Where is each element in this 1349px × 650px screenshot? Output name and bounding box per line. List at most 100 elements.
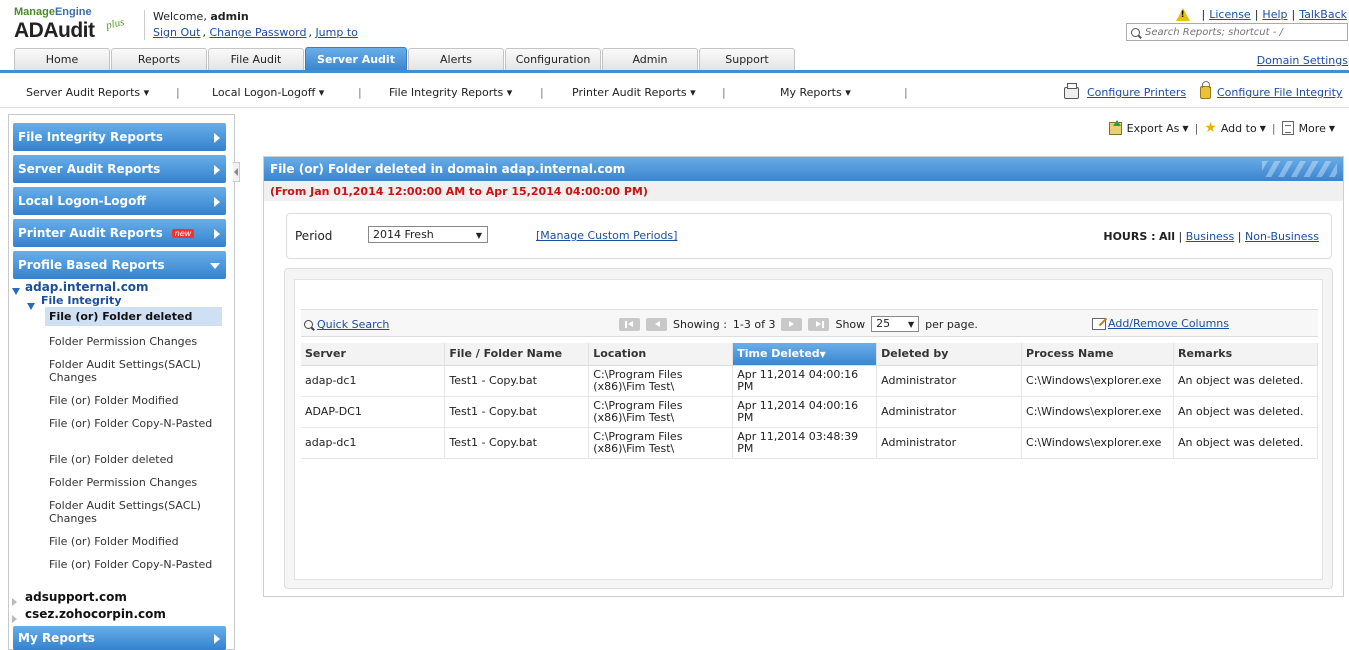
tree-domain-csez[interactable]: csez.zohocorpin.com	[25, 607, 166, 621]
subnav-divider: |	[540, 86, 544, 99]
expand-icon[interactable]	[12, 288, 20, 295]
table-header-row: Server File / Folder Name Location Time …	[301, 343, 1318, 366]
export-as-menu[interactable]: Export As ▼	[1108, 119, 1189, 135]
sidebar-section-file-integrity-reports[interactable]: File Integrity Reports	[13, 123, 226, 151]
subnav-server-audit-reports[interactable]: Server Audit Reports ▾	[26, 86, 149, 99]
cell-process-name: C:\Windows\explorer.exe	[1021, 396, 1175, 428]
subnav-local-logon-logoff[interactable]: Local Logon-Logoff ▾	[212, 86, 324, 99]
sort-desc-icon: ▼	[819, 350, 826, 360]
sub-navigation: Server Audit Reports ▾ | Local Logon-Log…	[0, 76, 1349, 108]
tab-home[interactable]: Home	[14, 48, 110, 70]
configure-file-integrity-link[interactable]: Configure File Integrity	[1217, 86, 1342, 99]
quick-search[interactable]: Quick Search	[304, 318, 389, 331]
hours-non-business-link[interactable]: Non-Business	[1245, 230, 1319, 243]
chevron-right-icon	[214, 229, 220, 239]
talkback-link[interactable]: TalkBack	[1299, 8, 1347, 21]
chevron-down-icon	[210, 263, 220, 269]
configure-printers-link[interactable]: Configure Printers	[1087, 86, 1186, 99]
tree-item-folder-audit-settings[interactable]: Folder Audit Settings(SACL) Changes	[49, 358, 221, 384]
expand-icon[interactable]	[27, 303, 35, 310]
manage-custom-periods-link[interactable]: [Manage Custom Periods]	[536, 229, 677, 242]
tab-configuration[interactable]: Configuration	[505, 48, 601, 70]
tab-reports[interactable]: Reports	[111, 48, 207, 70]
sidebar-section-local-logon-logoff[interactable]: Local Logon-Logoff	[13, 187, 226, 215]
last-page-button[interactable]	[808, 317, 830, 331]
tree-item-file-folder-copy-pasted[interactable]: File (or) Folder Copy-N-Pasted	[49, 558, 221, 571]
column-header-deleted-by[interactable]: Deleted by	[876, 343, 1023, 366]
configure-printers[interactable]: Configure Printers	[1064, 82, 1186, 99]
cell-location: C:\Program Files (x86)\Fim Test\	[588, 427, 734, 459]
more-menu[interactable]: More ▼	[1281, 121, 1335, 135]
column-header-remarks[interactable]: Remarks	[1173, 343, 1318, 366]
sidebar-collapse-handle[interactable]	[233, 162, 240, 182]
export-icon	[1108, 119, 1122, 135]
tree-item-file-folder-modified[interactable]: File (or) Folder Modified	[49, 394, 221, 407]
per-page-select[interactable]: 25 ▼	[871, 316, 920, 332]
warning-icon[interactable]	[1175, 8, 1190, 21]
tree-item-file-folder-deleted[interactable]: File (or) Folder deleted	[49, 453, 221, 466]
sign-out-link[interactable]: Sign Out	[153, 26, 200, 39]
search-reports-input[interactable]	[1145, 26, 1340, 38]
cell-time-deleted: Apr 11,2014 04:00:16 PM	[732, 396, 878, 428]
subnav-printer-audit-reports[interactable]: Printer Audit Reports ▾	[572, 86, 696, 99]
add-to-menu[interactable]: ★ Add to ▼	[1204, 120, 1266, 136]
tree-item-folder-permission-changes[interactable]: Folder Permission Changes	[49, 335, 221, 348]
first-page-button[interactable]	[619, 317, 640, 331]
column-header-server[interactable]: Server	[301, 343, 446, 366]
column-header-time-deleted[interactable]: Time Deleted▼	[732, 343, 878, 366]
configure-file-integrity[interactable]: Configure File Integrity	[1200, 81, 1342, 99]
header-divider	[144, 10, 145, 40]
sidebar-section-printer-audit-reports[interactable]: Printer Audit Reports new	[13, 219, 226, 247]
change-password-link[interactable]: Change Password	[209, 26, 306, 39]
cell-deleted-by: Administrator	[876, 396, 1023, 428]
hours-business-link[interactable]: Business	[1186, 230, 1235, 243]
sidebar-section-profile-based-reports[interactable]: Profile Based Reports	[13, 251, 226, 279]
tree-item-folder-permission-changes[interactable]: Folder Permission Changes	[49, 476, 221, 489]
sidebar-section-server-audit-reports[interactable]: Server Audit Reports	[13, 155, 226, 183]
tree-item-file-folder-deleted[interactable]: File (or) Folder deleted	[45, 307, 222, 326]
subnav-file-integrity-reports[interactable]: File Integrity Reports ▾	[389, 86, 512, 99]
tree-domain-adsupport[interactable]: adsupport.com	[25, 590, 127, 604]
prev-page-button[interactable]	[646, 317, 667, 331]
tree-domain-adap[interactable]: adap.internal.com	[25, 280, 149, 294]
help-links: | License | Help | TalkBack	[1175, 8, 1347, 21]
expand-icon[interactable]	[12, 598, 17, 606]
tab-support[interactable]: Support	[699, 48, 795, 70]
chevron-right-icon	[214, 165, 220, 175]
license-link[interactable]: License	[1209, 8, 1250, 21]
tree-item-file-folder-copy-pasted[interactable]: File (or) Folder Copy-N-Pasted	[49, 417, 221, 430]
column-header-location[interactable]: Location	[588, 343, 734, 366]
subnav-my-reports[interactable]: My Reports ▾	[780, 86, 851, 99]
add-remove-columns-link[interactable]: Add/Remove Columns	[1108, 317, 1229, 330]
table-row[interactable]: adap-dc1 Test1 - Copy.bat C:\Program Fil…	[301, 365, 1318, 397]
table-row[interactable]: ADAP-DC1 Test1 - Copy.bat C:\Program Fil…	[301, 396, 1318, 428]
chevron-right-icon	[214, 634, 220, 644]
tree-item-folder-audit-settings[interactable]: Folder Audit Settings(SACL) Changes	[49, 499, 221, 525]
add-remove-columns[interactable]: Add/Remove Columns	[1092, 317, 1229, 330]
table-row[interactable]: adap-dc1 Test1 - Copy.bat C:\Program Fil…	[301, 427, 1318, 459]
search-reports-box[interactable]	[1126, 23, 1348, 41]
hours-filter: HOURS : All | Business | Non-Business	[1103, 230, 1319, 243]
quick-search-link[interactable]: Quick Search	[317, 318, 389, 331]
hours-all[interactable]: All	[1159, 230, 1175, 243]
period-select[interactable]: 2014 Fresh ▼	[368, 226, 488, 243]
jump-to-link[interactable]: Jump to	[315, 26, 357, 39]
tab-admin[interactable]: Admin	[602, 48, 698, 70]
column-header-process-name[interactable]: Process Name	[1021, 343, 1175, 366]
adaudit-logo[interactable]: ManageEngine ADAudit plus	[14, 6, 144, 46]
expand-icon[interactable]	[12, 615, 17, 623]
report-grid: Quick Search Showing : 1-3 of 3 Show 25 …	[294, 279, 1323, 580]
sidebar-section-my-reports[interactable]: My Reports	[13, 626, 226, 650]
tree-item-file-folder-modified[interactable]: File (or) Folder Modified	[49, 535, 221, 548]
cell-process-name: C:\Windows\explorer.exe	[1021, 365, 1175, 397]
help-link[interactable]: Help	[1262, 8, 1287, 21]
tree-category-file-integrity[interactable]: File Integrity	[41, 294, 122, 307]
tab-file-audit[interactable]: File Audit	[208, 48, 304, 70]
next-page-button[interactable]	[781, 317, 803, 331]
showing-range: 1-3 of 3	[732, 317, 776, 331]
column-header-file-folder-name[interactable]: File / Folder Name	[444, 343, 590, 366]
cell-remarks: An object was deleted.	[1173, 365, 1318, 397]
domain-settings-link[interactable]: Domain Settings	[1257, 54, 1348, 67]
tab-alerts[interactable]: Alerts	[408, 48, 504, 70]
tab-server-audit[interactable]: Server Audit	[305, 47, 407, 70]
